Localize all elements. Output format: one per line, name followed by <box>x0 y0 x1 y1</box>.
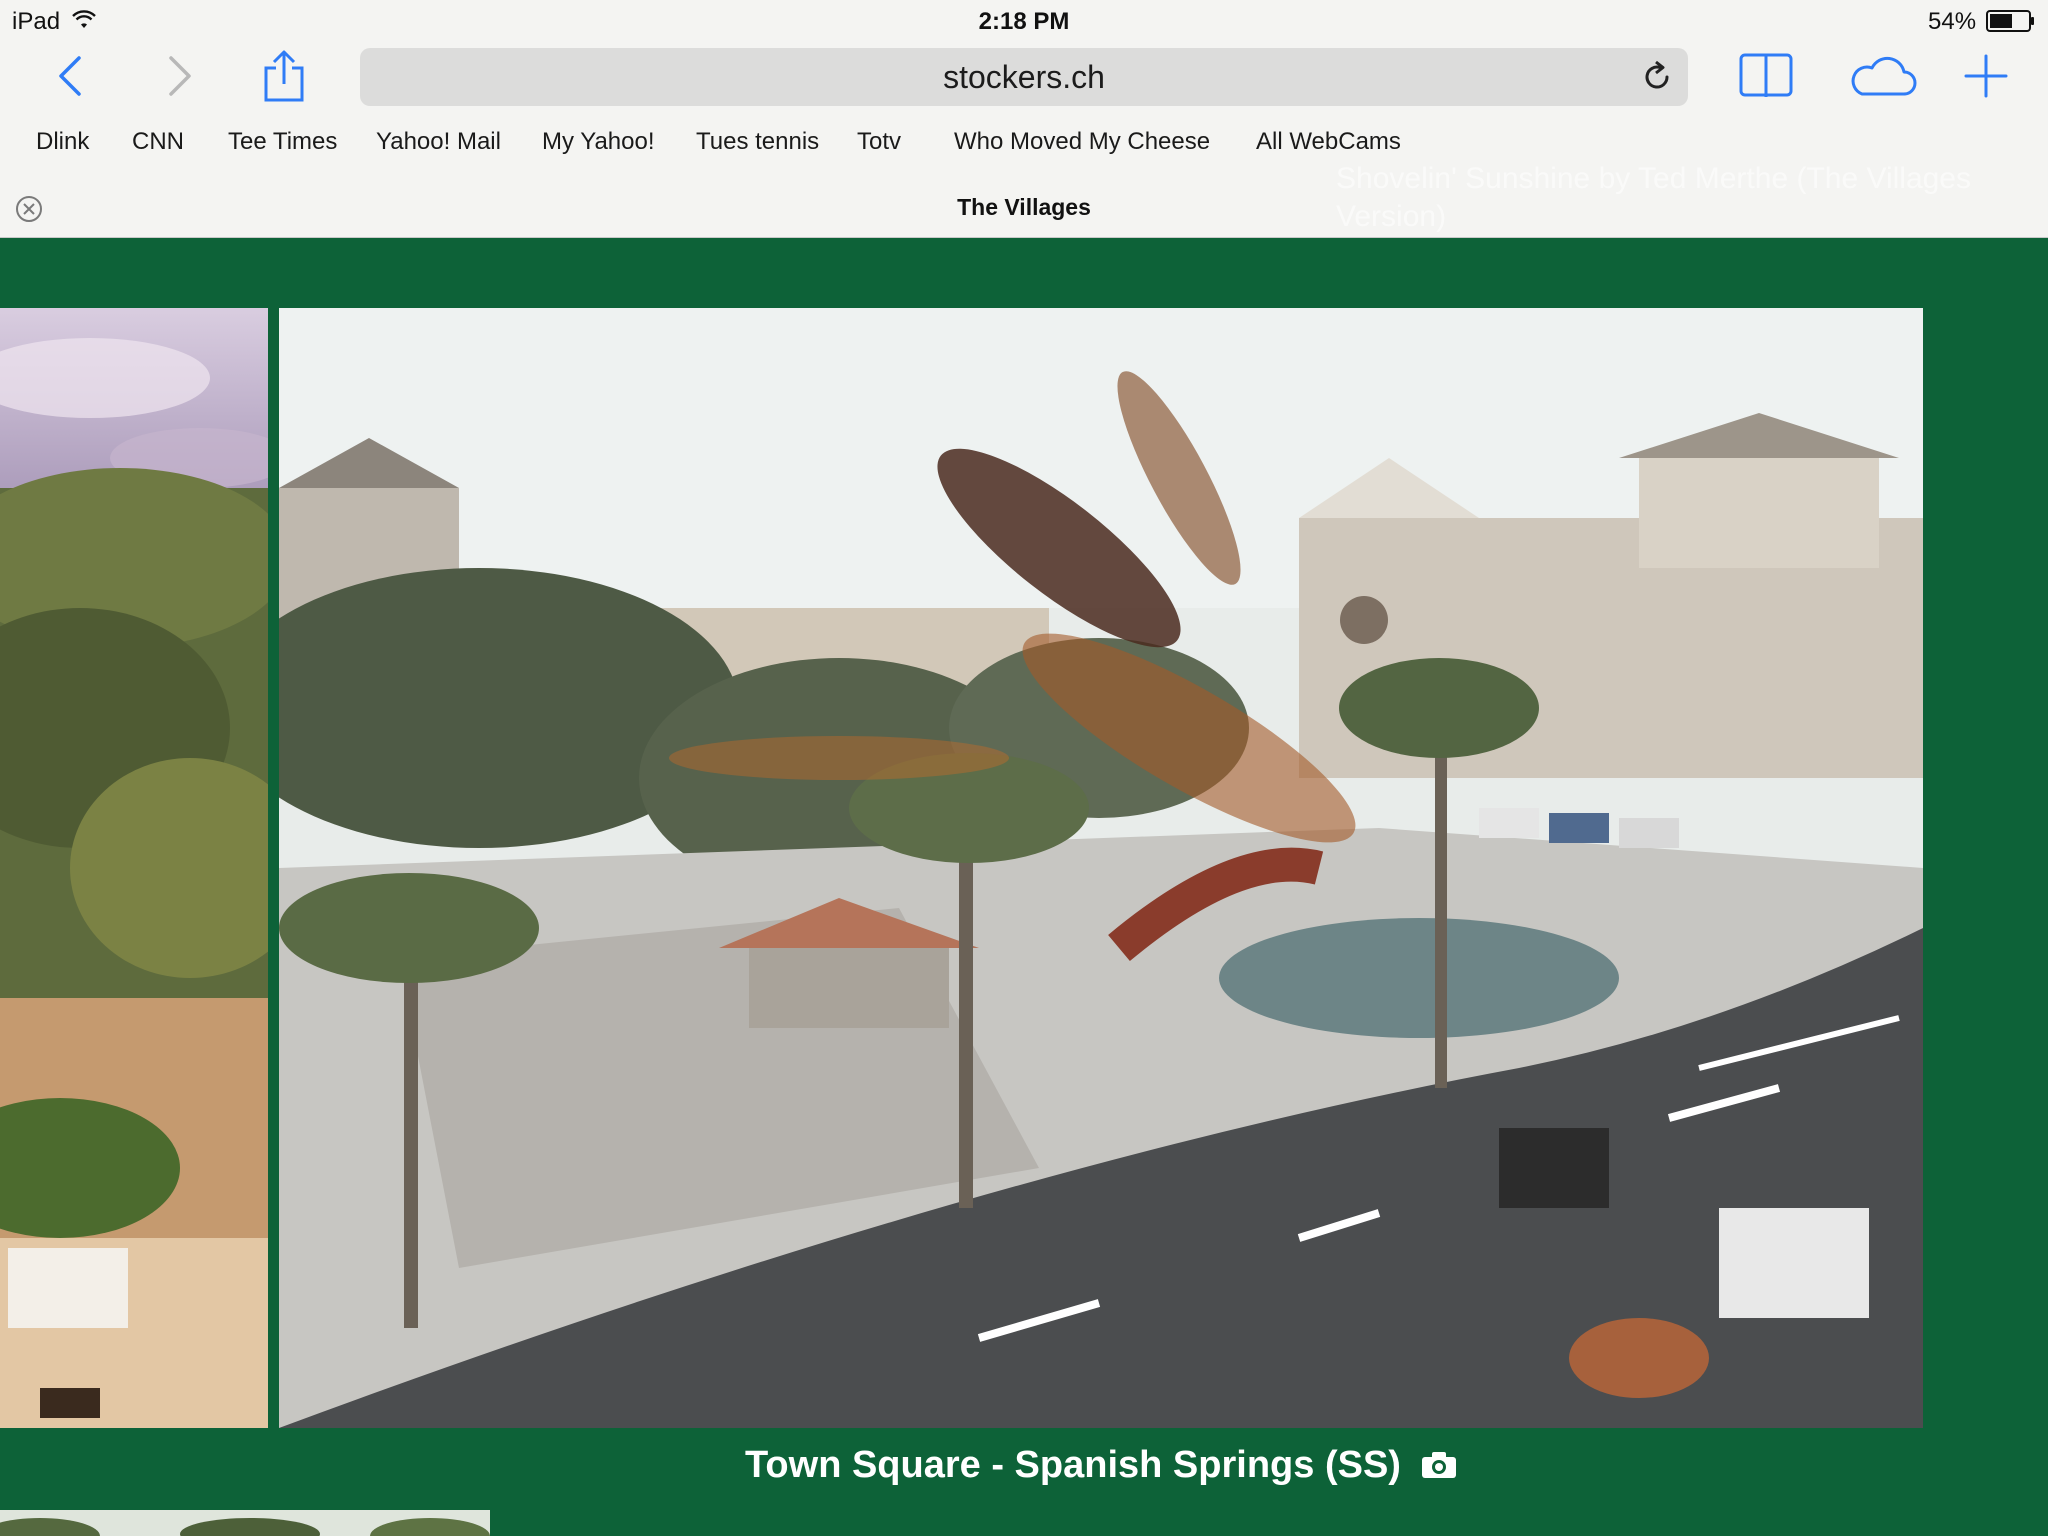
status-time: 2:18 PM <box>978 8 1070 35</box>
tab-bar: The Villages <box>0 186 2048 238</box>
bookmark-tues-tennis[interactable]: Tues tennis <box>696 128 819 156</box>
toolbar: stockers.ch <box>0 44 2048 108</box>
webcam-image-left[interactable] <box>0 308 268 1428</box>
address-bar[interactable]: stockers.ch <box>360 48 1688 106</box>
plus-icon <box>1964 54 2008 98</box>
bookmark-tee-times[interactable]: Tee Times <box>228 128 337 156</box>
webcam-caption[interactable]: Town Square - Spanish Springs (SS) <box>745 1444 1401 1487</box>
webcam-image-town-square[interactable] <box>279 308 1923 1428</box>
icloud-tabs-button[interactable] <box>1846 44 1920 108</box>
url-text: stockers.ch <box>943 59 1105 95</box>
tab-title[interactable]: The Villages <box>0 194 2048 221</box>
share-icon <box>264 50 304 102</box>
status-bar: iPad 2:18 PM 54% <box>0 0 2048 40</box>
bookmark-cnn[interactable]: CNN <box>132 128 184 156</box>
browser-chrome: iPad 2:18 PM 54% stockers.ch Dlink CNN T… <box>0 0 2048 238</box>
bookmark-totv[interactable]: Totv <box>857 128 901 156</box>
webcam-caption-row: Town Square - Spanish Springs (SS) <box>279 1440 1923 1490</box>
webcam-left-scene <box>0 308 268 1428</box>
bookmarks-book-icon <box>1739 53 1793 97</box>
icloud-icon <box>1851 56 1917 96</box>
forward-button[interactable] <box>148 44 212 108</box>
battery-icon <box>1986 10 2034 32</box>
share-button[interactable] <box>252 44 316 108</box>
webcam-bottom-scene <box>0 1510 490 1536</box>
battery-percentage: 54% <box>1928 8 1977 35</box>
webcam-image-bottom[interactable] <box>0 1510 490 1536</box>
forward-icon <box>169 56 191 96</box>
bookmark-dlink[interactable]: Dlink <box>36 128 89 156</box>
bookmark-who-moved-my-cheese[interactable]: Who Moved My Cheese <box>954 128 1210 156</box>
bookmarks-bar: Dlink CNN Tee Times Yahoo! Mail My Yahoo… <box>0 122 2048 162</box>
reload-icon[interactable] <box>1640 60 1674 94</box>
bookmarks-button[interactable] <box>1734 44 1798 108</box>
bookmark-yahoo-mail[interactable]: Yahoo! Mail <box>376 128 501 156</box>
camera-icon[interactable] <box>1421 1451 1457 1479</box>
bookmark-my-yahoo[interactable]: My Yahoo! <box>542 128 655 156</box>
back-icon <box>59 56 81 96</box>
back-button[interactable] <box>38 44 102 108</box>
bookmark-all-webcams[interactable]: All WebCams <box>1256 128 1401 156</box>
webcam-main-scene <box>279 308 1923 1428</box>
new-tab-button[interactable] <box>1954 44 2018 108</box>
